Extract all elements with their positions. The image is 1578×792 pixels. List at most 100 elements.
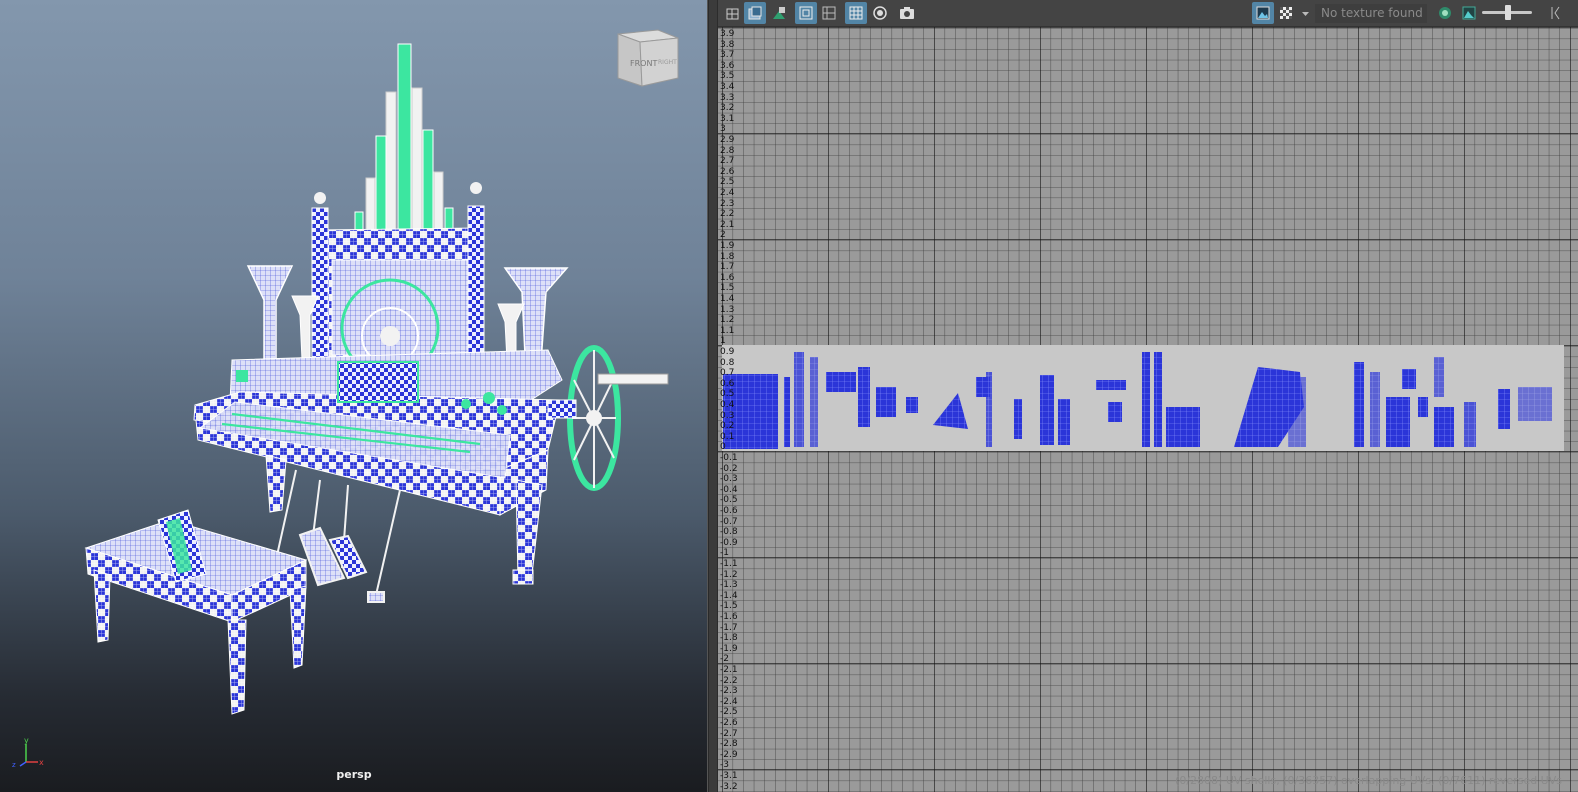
image-options-icon[interactable]	[1458, 2, 1480, 24]
ruler-tick: 1.3	[720, 304, 735, 315]
ruler-tick: -2.1	[720, 665, 738, 675]
ruler-tick: 1.6	[720, 272, 735, 283]
dropdown-icon[interactable]	[1298, 2, 1312, 24]
uv-filter-icon[interactable]	[1434, 2, 1456, 24]
ruler-tick: 0.4	[720, 400, 735, 410]
uv-grid[interactable]	[718, 27, 1578, 792]
checker-grid-icon[interactable]	[845, 2, 867, 24]
ruler-tick: -0.1	[720, 453, 738, 463]
ruler-tick: 2.3	[720, 198, 735, 209]
ruler-tick: 2.8	[720, 145, 735, 156]
panel-arrows-icon[interactable]	[1546, 2, 1564, 24]
display-image-icon[interactable]	[1252, 2, 1274, 24]
ruler-tick: -2.8	[720, 739, 738, 750]
piano-body	[193, 349, 563, 516]
uv-toggle-icon[interactable]	[722, 2, 744, 24]
checker-tile-icon[interactable]	[1275, 2, 1297, 24]
ruler-tick: -0.9	[720, 537, 738, 548]
view-cube[interactable]: FRONT RIGHT	[612, 28, 684, 96]
ruler-tick: 2.7	[720, 156, 735, 167]
ruler-tick: -0.8	[720, 527, 738, 538]
piano-bench	[84, 509, 308, 715]
organ-pipes	[354, 43, 454, 245]
ruler-tick: -2	[720, 654, 729, 665]
ruler-tick: 1.8	[720, 251, 735, 262]
perspective-viewport[interactable]: FRONT RIGHT y x z persp	[0, 0, 708, 792]
uv-editor-toolbar: No texture found	[718, 0, 1578, 27]
ruler-tick: -2.6	[720, 718, 738, 728]
crank-wheel	[547, 345, 669, 491]
grid-toggle-icon[interactable]	[795, 2, 817, 24]
ruler-tick: -0.5	[720, 495, 738, 506]
ruler-tick: -1.3	[720, 580, 738, 591]
ruler-tick: 1.7	[720, 262, 735, 273]
ruler-tick: 3.7	[720, 50, 735, 61]
uv-v-ruler: 3.9 3.8 3.7 3.6 3.5 3.4 3.3 3.2 3.1 3 2.9 2.8 2.7 2.6…	[718, 27, 740, 792]
snapshot-icon[interactable]	[896, 2, 918, 24]
ruler-tick: 2.4	[720, 188, 735, 198]
panel-splitter[interactable]	[708, 0, 718, 792]
ruler-tick: -1.7	[720, 622, 738, 633]
ruler-tick: -1.2	[720, 569, 738, 580]
ruler-tick: 0.7	[720, 368, 735, 379]
ruler-tick: 3.5	[720, 71, 735, 82]
ruler-tick: 0.2	[720, 421, 735, 432]
ruler-tick: 1.1	[720, 325, 735, 336]
ruler-tick: 0.3	[720, 410, 735, 421]
ruler-tick: 2.1	[720, 219, 735, 230]
ruler-tick: 2.6	[720, 166, 735, 177]
zoom-slider-thumb[interactable]	[1505, 5, 1511, 20]
uv-layout-strip[interactable]	[722, 345, 1564, 451]
ruler-tick: 0	[720, 442, 726, 453]
ruler-tick: -0.7	[720, 516, 738, 527]
ruler-tick: 3.9	[720, 29, 735, 39]
ruler-tick: 1.5	[720, 283, 735, 294]
ruler-tick: 3.4	[720, 82, 735, 92]
ruler-tick: 0.5	[720, 389, 735, 400]
axis-y-label: y	[24, 736, 29, 745]
camera-label: persp	[336, 768, 372, 781]
ruler-tick: 1.4	[720, 294, 735, 304]
isolate-icon[interactable]	[869, 2, 891, 24]
axis-x-label: x	[39, 758, 44, 767]
texture-field[interactable]: No texture found	[1315, 4, 1427, 23]
uv-editor-panel[interactable]: No texture found 3.9 3.8 3.7 3.6 3.5 3.4…	[718, 0, 1578, 792]
ruler-tick: -2.5	[720, 707, 738, 718]
ruler-tick: 3.3	[720, 92, 735, 103]
ruler-tick: -0.2	[720, 463, 738, 474]
ruler-tick: 2.9	[720, 135, 735, 145]
ruler-tick: -1.5	[720, 601, 738, 612]
ruler-tick: 2.2	[720, 209, 735, 220]
ruler-tick: 0.1	[720, 431, 735, 442]
ruler-tick: 1.2	[720, 315, 735, 326]
ruler-tick: -1.8	[720, 633, 738, 644]
axis-indicator: y x z	[10, 736, 50, 772]
ruler-tick: 0.8	[720, 357, 735, 368]
pixel-snap-icon[interactable]	[818, 2, 840, 24]
shaded-uv-icon[interactable]	[744, 2, 766, 24]
ruler-tick: 2.5	[720, 177, 735, 188]
view-cube-right-label[interactable]: RIGHT	[658, 59, 677, 66]
view-cube-front-label[interactable]: FRONT	[630, 59, 657, 68]
ruler-tick: 0.9	[720, 347, 735, 357]
ruler-tick: -1.4	[720, 590, 738, 601]
piano-model-render[interactable]	[0, 0, 708, 792]
ruler-tick: 3.6	[720, 60, 735, 71]
ruler-tick: 3.2	[720, 103, 735, 114]
ruler-tick: 1	[720, 336, 726, 347]
ruler-tick: 2	[720, 230, 726, 241]
ruler-tick: -2.7	[720, 728, 738, 739]
ruler-tick: -0.4	[720, 484, 738, 495]
ruler-tick: -3.1	[720, 771, 738, 781]
ruler-tick: -1.1	[720, 559, 738, 569]
ruler-tick: 3.1	[720, 113, 735, 124]
ruler-tick: 1.9	[720, 241, 735, 251]
ruler-tick: 3	[720, 124, 726, 135]
distortion-icon[interactable]	[768, 2, 790, 24]
uv-status-text: (0/2808) UV shells, (0/36357) overlappin…	[1175, 774, 1562, 787]
ruler-tick: -2.4	[720, 696, 738, 707]
ruler-tick: -1.9	[720, 643, 738, 654]
ruler-tick: -3.2	[720, 781, 738, 792]
ruler-tick: 3.8	[720, 39, 735, 50]
ruler-tick: -2.3	[720, 686, 738, 697]
